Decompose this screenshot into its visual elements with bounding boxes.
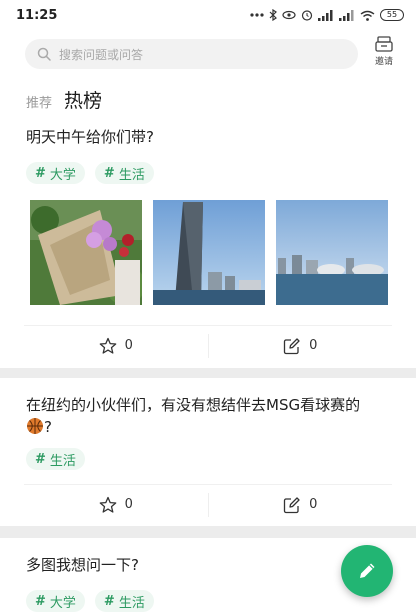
question-card[interactable]: 在纽约的小伙伴们，有没有想结伴去MSG看球赛的? # 生活 0 0 xyxy=(0,378,416,526)
search-placeholder: 搜索问题或问答 xyxy=(59,47,144,62)
more-dots-icon xyxy=(250,13,264,17)
answer-button[interactable]: 0 xyxy=(209,326,393,365)
signal-icon xyxy=(339,9,354,21)
photo-waterfront[interactable] xyxy=(276,200,388,305)
favorite-button[interactable]: 0 xyxy=(24,485,208,524)
top-header: 搜索问题或问答 邀请 xyxy=(0,30,416,80)
photo-flowers[interactable] xyxy=(30,200,142,305)
question-title-text: 在纽约的小伙伴们，有没有想结伴去MSG看球赛的 xyxy=(26,396,361,414)
waterfront-skyline-image xyxy=(276,200,388,305)
status-icons: 55 xyxy=(250,9,404,21)
invite-button[interactable]: 邀请 xyxy=(368,36,400,70)
photo-grid xyxy=(30,200,388,305)
tag-list: # 大学 # 生活 xyxy=(26,590,154,612)
question-title-suffix: ? xyxy=(44,418,52,436)
basketball-emoji xyxy=(27,418,43,434)
tag-label: 大学 xyxy=(49,595,76,611)
alarm-icon xyxy=(301,10,313,21)
compose-fab-button[interactable] xyxy=(341,545,393,597)
status-bar: 11:25 55 xyxy=(0,0,416,30)
tower-skyline-image xyxy=(153,200,265,305)
hash-icon: # xyxy=(103,593,115,609)
tag-chip[interactable]: # 生活 xyxy=(94,590,154,612)
edit-answer-icon xyxy=(283,337,300,354)
hash-icon: # xyxy=(35,165,46,181)
answer-count: 0 xyxy=(309,338,318,353)
question-card[interactable]: 明天中午给你们带? # 大学 # 生活 0 0 xyxy=(0,120,416,368)
hash-icon: # xyxy=(35,593,46,609)
edit-answer-icon xyxy=(283,496,300,513)
star-icon xyxy=(99,496,116,513)
answer-count: 0 xyxy=(309,497,318,512)
tag-list: # 生活 xyxy=(26,448,85,470)
flower-bouquet-image xyxy=(30,200,142,305)
invite-icon xyxy=(375,36,393,52)
answer-button[interactable]: 0 xyxy=(209,485,393,524)
search-input[interactable]: 搜索问题或问答 xyxy=(25,39,358,69)
tag-chip[interactable]: # 大学 xyxy=(26,590,85,612)
tag-list: # 大学 # 生活 xyxy=(26,162,154,184)
tab-hot[interactable]: 热榜 xyxy=(64,86,102,113)
question-title[interactable]: 明天中午给你们带? xyxy=(26,126,396,148)
signal-hd-icon xyxy=(318,9,333,21)
battery-indicator: 55 xyxy=(380,9,404,21)
pencil-icon xyxy=(360,563,375,578)
eye-icon xyxy=(282,10,296,20)
hash-icon: # xyxy=(103,165,115,181)
search-icon xyxy=(37,47,51,61)
action-bar: 0 0 xyxy=(24,325,392,365)
tag-chip[interactable]: # 生活 xyxy=(94,162,154,184)
feed-tabs: 推荐 热榜 xyxy=(0,80,416,120)
hash-icon: # xyxy=(35,451,46,467)
favorite-count: 0 xyxy=(124,338,133,353)
tag-label: 生活 xyxy=(49,453,76,469)
star-icon xyxy=(99,337,116,354)
tag-chip[interactable]: # 大学 xyxy=(26,162,85,184)
tag-label: 生活 xyxy=(118,595,145,611)
photo-tower[interactable] xyxy=(153,200,265,305)
tag-chip[interactable]: # 生活 xyxy=(26,448,85,470)
action-bar: 0 0 xyxy=(24,484,392,524)
favorite-button[interactable]: 0 xyxy=(24,326,208,365)
bluetooth-icon xyxy=(269,9,277,21)
tab-recommend[interactable]: 推荐 xyxy=(26,92,52,111)
status-time: 11:25 xyxy=(16,7,58,23)
tag-label: 生活 xyxy=(118,167,145,183)
question-title[interactable]: 在纽约的小伙伴们，有没有想结伴去MSG看球赛的? xyxy=(26,394,396,438)
invite-label: 邀请 xyxy=(374,57,393,67)
favorite-count: 0 xyxy=(124,497,133,512)
tag-label: 大学 xyxy=(49,167,76,183)
wifi-icon xyxy=(360,10,375,21)
